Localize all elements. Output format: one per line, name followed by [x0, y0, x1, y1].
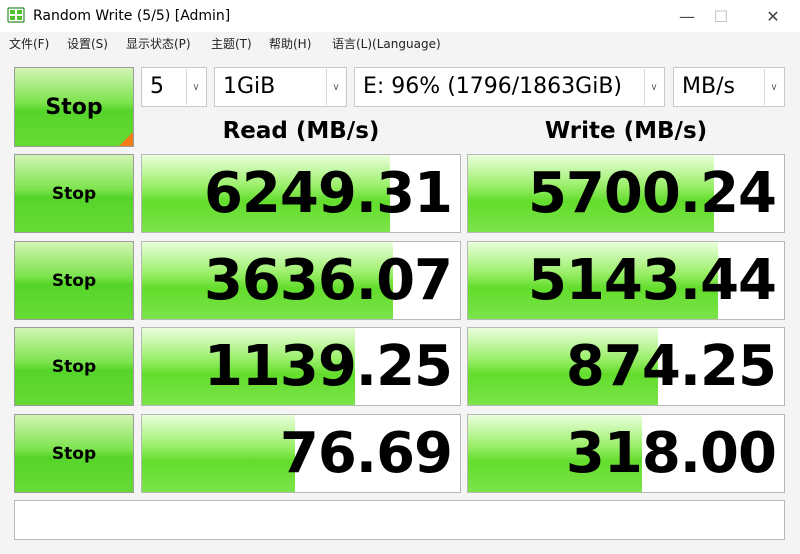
read-bar	[142, 415, 295, 492]
read-result-row-3: 1139.25	[141, 327, 461, 406]
drive-select[interactable]: E: 96% (1796/1863GiB) ∨	[354, 67, 665, 107]
count-value: 5	[150, 74, 164, 99]
stop-button-row-4[interactable]: Stop	[14, 414, 134, 493]
count-select[interactable]: 5 ∨	[141, 67, 207, 107]
window-title: Random Write (5/5) [Admin]	[33, 8, 231, 24]
maximize-icon: ☐	[713, 6, 729, 26]
read-value: 3636.07	[203, 248, 453, 313]
minimize-icon: —	[679, 6, 695, 26]
menu-settings[interactable]: 设置(S)	[67, 35, 108, 52]
stop-label: Stop	[51, 270, 97, 291]
read-value: 1139.25	[203, 334, 453, 399]
menu-display-status[interactable]: 显示状态(P)	[126, 35, 191, 52]
read-value: 6249.31	[203, 161, 453, 226]
stop-button-row-1[interactable]: Stop	[14, 154, 134, 233]
menu-file[interactable]: 文件(F)	[9, 35, 49, 52]
stop-all-label: Stop	[45, 94, 103, 120]
stop-button-row-3[interactable]: Stop	[14, 327, 134, 406]
write-header: Write (MB/s)	[544, 118, 708, 144]
read-value: 76.69	[279, 421, 453, 486]
read-result-row-4: 76.69	[141, 414, 461, 493]
write-value: 318.00	[565, 421, 777, 486]
write-value: 5143.44	[527, 248, 777, 313]
write-result-row-3: 874.25	[467, 327, 785, 406]
unit-select[interactable]: MB/s ∨	[673, 67, 785, 107]
drive-value: E: 96% (1796/1863GiB)	[363, 74, 623, 99]
stop-label: Stop	[51, 183, 97, 204]
write-result-row-4: 318.00	[467, 414, 785, 493]
stop-all-button[interactable]: Stop	[14, 67, 134, 147]
title-bar: Random Write (5/5) [Admin] — ☐ ✕	[0, 0, 800, 32]
menu-help[interactable]: 帮助(H)	[269, 35, 311, 52]
stop-button-row-2[interactable]: Stop	[14, 241, 134, 320]
write-value: 874.25	[565, 334, 777, 399]
corner-marker	[119, 132, 133, 146]
menu-bar: 文件(F) 设置(S) 显示状态(P) 主题(T) 帮助(H) 语言(L)(La…	[0, 32, 800, 54]
close-icon: ✕	[766, 6, 780, 26]
unit-value: MB/s	[682, 74, 735, 99]
maximize-button[interactable]: ☐	[698, 0, 744, 32]
comment-input[interactable]	[14, 500, 785, 540]
size-value: 1GiB	[223, 74, 276, 99]
chevron-down-icon: ∨	[644, 69, 663, 105]
chevron-down-icon: ∨	[764, 69, 783, 105]
write-result-row-1: 5700.24	[467, 154, 785, 233]
read-result-row-2: 3636.07	[141, 241, 461, 320]
app-icon	[7, 7, 25, 23]
write-result-row-2: 5143.44	[467, 241, 785, 320]
menu-language[interactable]: 语言(L)(Language)	[332, 35, 441, 52]
size-select[interactable]: 1GiB ∨	[214, 67, 347, 107]
menu-theme[interactable]: 主题(T)	[211, 35, 252, 52]
read-result-row-1: 6249.31	[141, 154, 461, 233]
stop-label: Stop	[51, 356, 97, 377]
stop-label: Stop	[51, 443, 97, 464]
close-button[interactable]: ✕	[750, 0, 796, 32]
chevron-down-icon: ∨	[186, 69, 205, 105]
read-header: Read (MB/s)	[222, 118, 380, 144]
chevron-down-icon: ∨	[326, 69, 345, 105]
write-value: 5700.24	[527, 161, 777, 226]
